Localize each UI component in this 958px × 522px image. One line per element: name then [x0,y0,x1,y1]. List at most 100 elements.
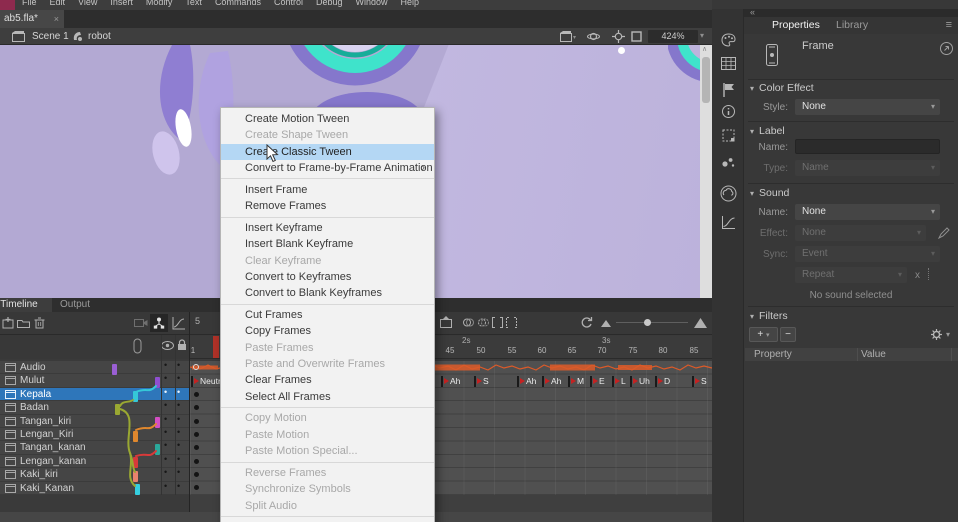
section-label[interactable]: ▾Label [750,125,785,137]
breadcrumb-symbol[interactable]: robot [88,31,111,42]
edit-multiple-frames-icon[interactable] [492,317,503,328]
onion-skin-icon[interactable] [463,317,474,328]
menu-text[interactable]: Text [185,0,202,7]
keyframe-label[interactable]: Ah [542,375,561,387]
label-name-input[interactable] [795,139,940,154]
sound-effect-dropdown[interactable]: None ▾ [795,225,926,241]
section-filters[interactable]: ▾Filters [750,310,788,322]
keyframe-label[interactable]: Uh [630,375,650,387]
onion-skin-outline-icon[interactable] [478,317,489,328]
section-color-effect[interactable]: ▾Color Effect [750,82,814,94]
layer-parenting-icon[interactable] [150,314,168,332]
menu-insert[interactable]: Insert [110,0,133,7]
tab-output[interactable]: Output [60,299,90,310]
rotate-stage-icon[interactable] [587,30,600,43]
menu-help[interactable]: Help [401,0,420,7]
tab-timeline[interactable]: Timeline [0,298,52,312]
menu-item-remove-frames[interactable]: Remove Frames [221,198,434,214]
playhead[interactable] [213,336,219,358]
zoom-out-timeline-icon[interactable] [601,320,611,327]
keyframe-marker[interactable] [194,445,199,450]
keyframe-label[interactable]: Ah [517,375,536,387]
section-sound[interactable]: ▾Sound [750,187,789,199]
keyframe-label[interactable]: M [568,375,584,387]
motion-graph-icon[interactable] [721,215,736,230]
keyframe-label[interactable]: S [474,375,489,387]
keyframe-marker[interactable] [194,405,199,410]
menu-item-clear-frames[interactable]: Clear Frames [221,372,434,388]
empty-keyframe-marker[interactable] [193,364,199,370]
menu-item-paste-motion-special[interactable]: Paste Motion Special... [221,443,434,459]
sound-repeat-dropdown[interactable]: Repeat ▾ [795,267,907,283]
menu-modify[interactable]: Modify [146,0,173,7]
tab-properties[interactable]: Properties [772,19,820,31]
keyframe-marker[interactable] [194,392,199,397]
style-dropdown[interactable]: None ▾ [795,99,940,115]
keyframe-label[interactable]: Neutr [191,375,221,387]
menu-item-convert-to-keyframes[interactable]: Convert to Keyframes [221,269,434,285]
keyframe-marker[interactable] [194,472,199,477]
zoom-level-field[interactable]: 424% [648,30,698,43]
menu-edit[interactable]: Edit [50,0,66,7]
creative-cloud-icon[interactable] [720,185,737,202]
graph-editor-icon[interactable] [172,316,186,330]
menu-debug[interactable]: Debug [316,0,343,7]
menu-item-insert-frame[interactable]: Insert Frame [221,182,434,198]
transform-icon[interactable] [722,129,735,142]
remove-filter-button[interactable]: − [780,327,796,342]
menu-window[interactable]: Window [356,0,388,7]
info-icon[interactable] [722,105,735,118]
menu-file[interactable]: File [22,0,37,7]
keyframe-marker[interactable] [194,432,199,437]
animate-logo-icon[interactable] [0,0,15,10]
keyframe-label[interactable]: S [692,375,707,387]
swatches-icon[interactable] [721,57,736,70]
menu-item-convert-to-blank-keyframes[interactable]: Convert to Blank Keyframes [221,285,434,301]
edit-sound-pencil-icon[interactable] [938,227,950,239]
center-stage-icon[interactable] [612,30,625,43]
tab-library[interactable]: Library [836,19,868,31]
keyframe-label[interactable]: L [612,375,626,387]
label-type-dropdown[interactable]: Name ▾ [795,160,940,176]
delete-layer-icon[interactable] [34,317,45,329]
new-layer-icon[interactable] [2,317,14,329]
keyframe-label[interactable]: D [655,375,670,387]
keyframe-marker[interactable] [194,459,199,464]
new-folder-icon[interactable] [17,318,30,328]
palette-icon[interactable] [721,33,736,47]
repeat-count-stepper[interactable] [928,268,929,280]
frame-actions-icon[interactable] [440,316,454,329]
menu-item-synchronize-symbols[interactable]: Synchronize Symbols [221,481,434,497]
menu-item-create-classic-tween[interactable]: Create Classic Tween [221,144,434,160]
menu-item-paste-frames[interactable]: Paste Frames [221,340,434,356]
zoom-in-timeline-icon[interactable] [694,318,707,328]
menu-item-copy-motion[interactable]: Copy Motion [221,410,434,426]
menu-commands[interactable]: Commands [215,0,261,7]
gear-caret-icon[interactable]: ▾ [946,330,950,339]
menu-item-clear-keyframe[interactable]: Clear Keyframe [221,253,434,269]
help-icon[interactable] [940,42,953,55]
menu-item-create-motion-tween[interactable]: Create Motion Tween [221,111,434,127]
lock-icon[interactable] [177,339,187,351]
menu-item-split-audio[interactable]: Split Audio [221,498,434,514]
keyframe-label[interactable]: Ah [441,375,460,387]
modify-markers-icon[interactable] [506,317,517,328]
camera-icon[interactable] [134,318,148,328]
loop-playback-icon[interactable] [580,316,593,329]
clip-content-icon[interactable] [631,31,642,42]
add-filter-button[interactable]: + ▾ [749,327,778,342]
menu-item-insert-keyframe[interactable]: Insert Keyframe [221,220,434,236]
panel-menu-icon[interactable]: ≡ [946,19,952,31]
menu-item-cut-frames[interactable]: Cut Frames [221,307,434,323]
keyframe-marker[interactable] [194,419,199,424]
menu-item-insert-blank-keyframe[interactable]: Insert Blank Keyframe [221,236,434,252]
menu-item-paste-motion[interactable]: Paste Motion [221,427,434,443]
menu-item-create-shape-tween[interactable]: Create Shape Tween [221,127,434,143]
menu-item-select-all-frames[interactable]: Select All Frames [221,389,434,405]
menu-item-reverse-frames[interactable]: Reverse Frames [221,465,434,481]
menu-control[interactable]: Control [274,0,303,7]
keyframe-label[interactable]: E [590,375,605,387]
scrollbar-thumb[interactable] [702,57,710,103]
timeline-zoom-slider[interactable] [644,319,651,326]
menu-item-copy-frames[interactable]: Copy Frames [221,323,434,339]
